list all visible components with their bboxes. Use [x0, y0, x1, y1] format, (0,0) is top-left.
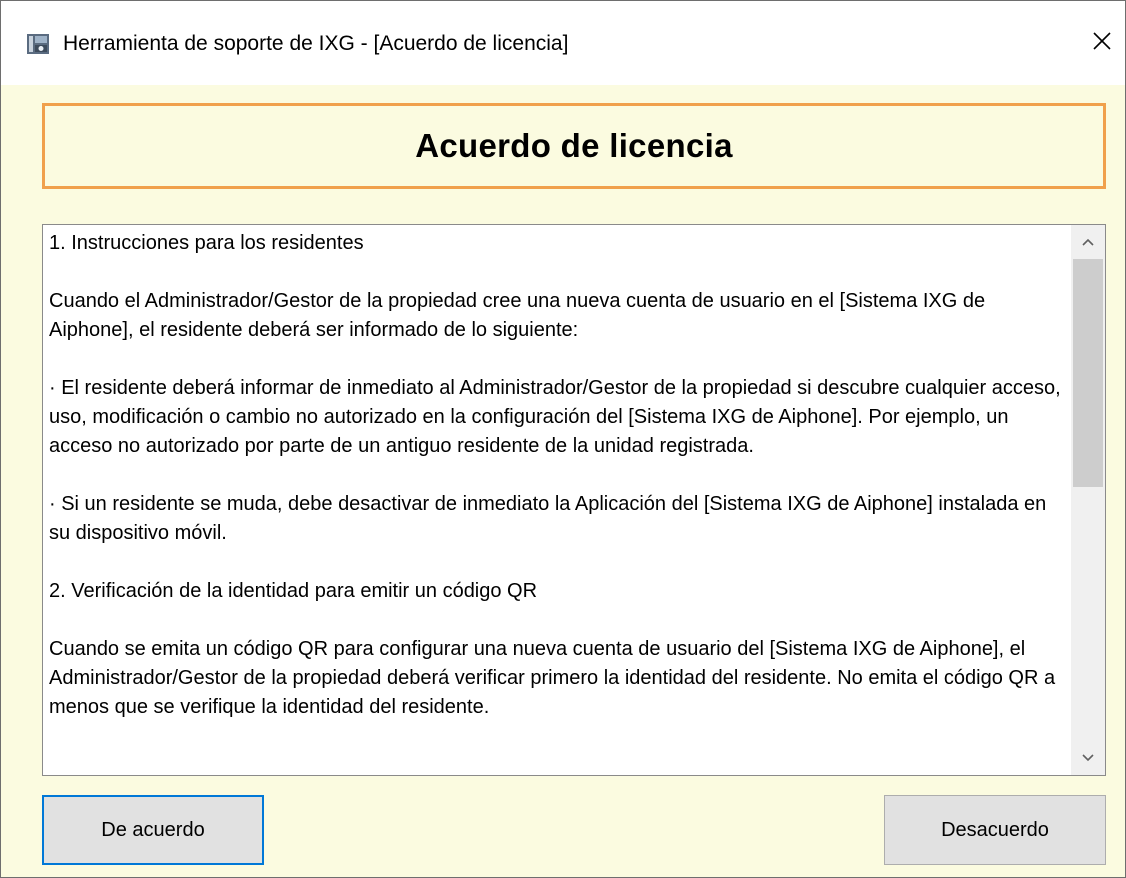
license-paragraph: · Si un residente se muda, debe desactiv…	[49, 493, 1047, 544]
scroll-up-button[interactable]	[1071, 225, 1105, 259]
license-text-content: 1. Instrucciones para los residentes Cua…	[49, 229, 1071, 751]
disagree-button[interactable]: Desacuerdo	[884, 795, 1106, 865]
license-paragraph: Cuando el Administrador/Gestor de la pro…	[49, 290, 986, 341]
license-paragraph: 2. Verificación de la identidad para emi…	[49, 580, 538, 602]
license-paragraph: 1. Instrucciones para los residentes	[49, 232, 364, 254]
chevron-up-icon	[1082, 233, 1094, 251]
license-dialog-window: Herramienta de soporte de IXG - [Acuerdo…	[0, 0, 1126, 878]
window-title: Herramienta de soporte de IXG - [Acuerdo…	[63, 32, 569, 55]
agree-button[interactable]: De acuerdo	[42, 795, 264, 865]
license-paragraph: Cuando se emita un código QR para config…	[49, 638, 1056, 718]
close-icon	[1093, 31, 1111, 55]
vertical-scrollbar[interactable]	[1071, 225, 1105, 775]
app-window-icon	[27, 34, 49, 54]
banner-title: Acuerdo de licencia	[415, 127, 733, 164]
scroll-down-button[interactable]	[1071, 741, 1105, 775]
license-text-box[interactable]: 1. Instrucciones para los residentes Cua…	[42, 224, 1106, 776]
header-banner: Acuerdo de licencia	[42, 103, 1106, 189]
license-paragraph: · El residente deberá informar de inmedi…	[49, 377, 1061, 457]
chevron-down-icon	[1082, 749, 1094, 767]
title-bar: Herramienta de soporte de IXG - [Acuerdo…	[1, 1, 1125, 85]
scrollbar-thumb[interactable]	[1073, 259, 1103, 487]
close-button[interactable]	[1079, 23, 1125, 63]
